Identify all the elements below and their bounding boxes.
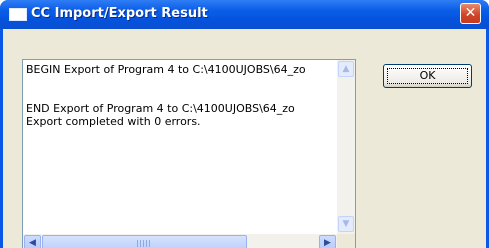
ok-button-label: OK xyxy=(419,69,436,82)
log-line: Export completed with 0 errors. xyxy=(26,115,201,128)
horizontal-scroll-thumb[interactable] xyxy=(42,235,247,248)
scroll-down-button[interactable]: ▼ xyxy=(338,216,354,232)
scroll-down-arrow-icon: ▼ xyxy=(342,219,350,229)
dialog-window: CC Import/Export Result ✕ BEGIN Export o… xyxy=(0,0,489,248)
close-icon: ✕ xyxy=(464,5,477,21)
scroll-thumb-grip-icon xyxy=(137,240,151,247)
scroll-up-arrow-icon: ▲ xyxy=(342,64,350,74)
ok-button[interactable]: OK xyxy=(383,64,472,88)
scrollbar-corner xyxy=(337,234,355,248)
scroll-left-arrow-icon: ◀ xyxy=(29,238,36,248)
scroll-right-arrow-icon: ▶ xyxy=(324,238,331,248)
result-log-textbox[interactable]: BEGIN Export of Program 4 to C:\4100UJOB… xyxy=(22,59,356,248)
scroll-up-button[interactable]: ▲ xyxy=(338,61,354,77)
scroll-right-button[interactable]: ▶ xyxy=(319,235,336,248)
scroll-left-button[interactable]: ◀ xyxy=(24,235,41,248)
window-title: CC Import/Export Result xyxy=(31,6,208,21)
dialog-client-area: BEGIN Export of Program 4 to C:\4100UJOB… xyxy=(3,29,486,248)
close-button[interactable]: ✕ xyxy=(460,3,481,24)
result-log-text[interactable]: BEGIN Export of Program 4 to C:\4100UJOB… xyxy=(23,60,337,234)
horizontal-scrollbar[interactable]: ◀ ▶ xyxy=(23,234,337,248)
window-app-icon xyxy=(9,8,27,21)
vertical-scrollbar[interactable]: ▲ ▼ xyxy=(337,60,355,234)
log-line: BEGIN Export of Program 4 to C:\4100UJOB… xyxy=(26,63,306,76)
title-bar[interactable]: CC Import/Export Result ✕ xyxy=(0,0,489,29)
log-line: END Export of Program 4 to C:\4100UJOBS\… xyxy=(26,102,295,115)
